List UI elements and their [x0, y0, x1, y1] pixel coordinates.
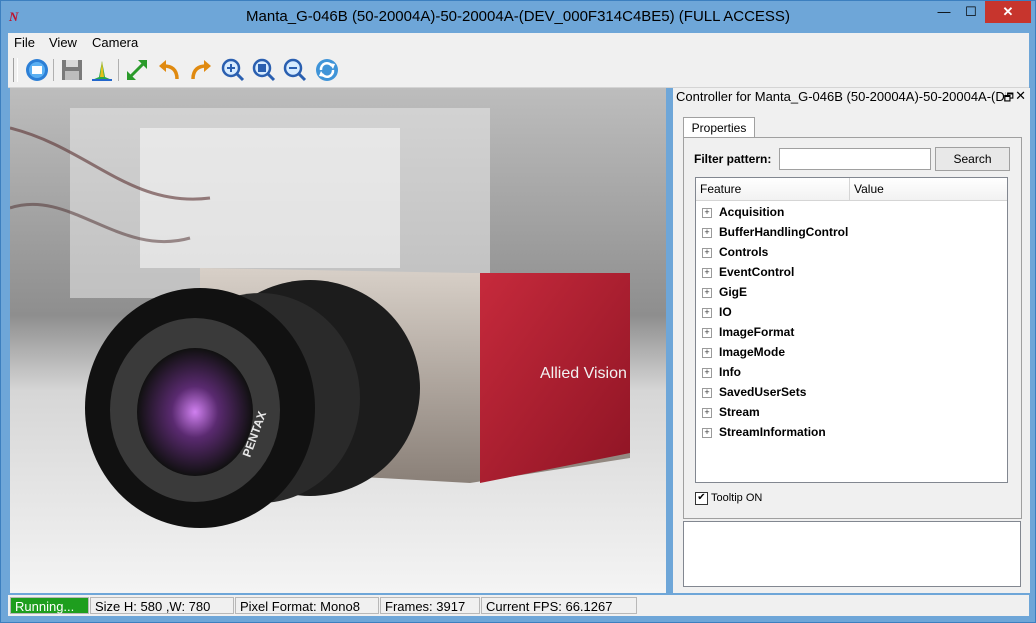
camera-brand-text: Allied Vision — [540, 365, 627, 382]
status-fps: Current FPS: 66.1267 — [481, 597, 637, 614]
toolbar-grip[interactable] — [13, 58, 18, 82]
toolbar-separator — [118, 59, 119, 81]
rotate-left-icon[interactable] — [156, 57, 182, 83]
status-pixel-format: Pixel Format: Mono8 — [235, 597, 379, 614]
status-bar: Running... Size H: 580 ,W: 780 Pixel For… — [8, 595, 1029, 616]
feature-label: Controls — [719, 245, 769, 259]
histogram-icon[interactable] — [89, 57, 115, 83]
window-title: Manta_G-046B (50-20004A)-50-20004A-(DEV_… — [246, 8, 790, 25]
menu-view[interactable]: View — [49, 35, 77, 50]
expand-icon[interactable]: + — [702, 388, 712, 398]
expand-icon[interactable]: + — [702, 368, 712, 378]
tree-header: Feature Value — [696, 178, 1007, 201]
menu-bar: File View Camera — [8, 33, 1029, 53]
feature-label: StreamInformation — [719, 425, 826, 439]
search-button[interactable]: Search — [935, 147, 1010, 171]
feature-label: ImageFormat — [719, 325, 795, 339]
status-size: Size H: 580 ,W: 780 — [90, 597, 234, 614]
tooltip-label: Tooltip ON — [711, 492, 763, 504]
feature-label: Acquisition — [719, 205, 785, 219]
expand-icon[interactable]: + — [702, 328, 712, 338]
controller-panel: Controller for Manta_G-046B (50-20004A)-… — [673, 88, 1030, 593]
feature-label: ImageMode — [719, 345, 786, 359]
expand-icon[interactable]: + — [702, 348, 712, 358]
feature-description-box — [683, 521, 1021, 587]
feature-tree[interactable]: Feature Value + Acquisition + BufferHandli… — [695, 177, 1008, 483]
expand-icon[interactable]: + — [702, 208, 712, 218]
fit-to-window-icon[interactable] — [124, 57, 150, 83]
camera-image: Allied Vision PENTAX — [10, 88, 666, 593]
float-panel-icon[interactable]: 🗗 — [1004, 89, 1014, 108]
save-icon[interactable] — [59, 57, 85, 83]
status-frames: Frames: 3917 — [380, 597, 480, 614]
title-bar[interactable]: N Manta_G-046B (50-20004A)-50-20004A-(DE… — [1, 1, 1035, 32]
zoom-fit-icon[interactable] — [251, 57, 277, 83]
freerun-icon[interactable] — [24, 57, 50, 83]
expand-icon[interactable]: + — [702, 248, 712, 258]
application-window: N Manta_G-046B (50-20004A)-50-20004A-(DE… — [0, 0, 1036, 623]
feature-label: SavedUserSets — [719, 385, 807, 399]
menu-file[interactable]: File — [14, 35, 35, 50]
zoom-in-icon[interactable] — [220, 57, 246, 83]
expand-icon[interactable]: + — [702, 428, 712, 438]
expand-icon[interactable]: + — [702, 228, 712, 238]
column-value[interactable]: Value — [854, 182, 884, 196]
column-feature[interactable]: Feature — [700, 182, 741, 196]
expand-icon[interactable]: + — [702, 268, 712, 278]
controller-title: Controller for Manta_G-046B (50-20004A)-… — [676, 89, 1006, 104]
feature-label: GigE — [719, 285, 748, 299]
camera-image-view[interactable]: Allied Vision PENTAX — [10, 88, 666, 593]
feature-label: EventControl — [719, 265, 795, 279]
feature-label: IO — [719, 305, 732, 319]
toolbar-separator — [53, 59, 54, 81]
feature-label: BufferHandlingControl — [719, 225, 849, 239]
filter-label: Filter pattern: — [694, 152, 772, 166]
filter-input[interactable] — [779, 148, 931, 170]
expand-icon[interactable]: + — [702, 308, 712, 318]
maximize-button[interactable]: ☐ — [958, 1, 984, 23]
close-button[interactable]: ✕ — [985, 1, 1031, 23]
refresh-icon[interactable] — [314, 57, 340, 83]
status-running: Running... — [10, 597, 89, 614]
column-divider[interactable] — [849, 178, 850, 200]
minimize-button[interactable]: — — [931, 1, 957, 23]
toolbar — [8, 53, 1029, 88]
menu-camera[interactable]: Camera — [92, 35, 138, 50]
tooltip-checkbox[interactable]: ✔ — [695, 492, 708, 505]
rotate-right-icon[interactable] — [188, 57, 214, 83]
expand-icon[interactable]: + — [702, 288, 712, 298]
tab-properties[interactable]: Properties — [683, 117, 755, 138]
close-panel-icon[interactable]: ✕ — [1015, 88, 1026, 104]
zoom-out-icon[interactable] — [282, 57, 308, 83]
feature-label: Stream — [719, 405, 760, 419]
feature-label: Info — [719, 365, 741, 379]
expand-icon[interactable]: + — [702, 408, 712, 418]
properties-panel: Filter pattern: Search Feature Value + Ac… — [683, 137, 1022, 519]
